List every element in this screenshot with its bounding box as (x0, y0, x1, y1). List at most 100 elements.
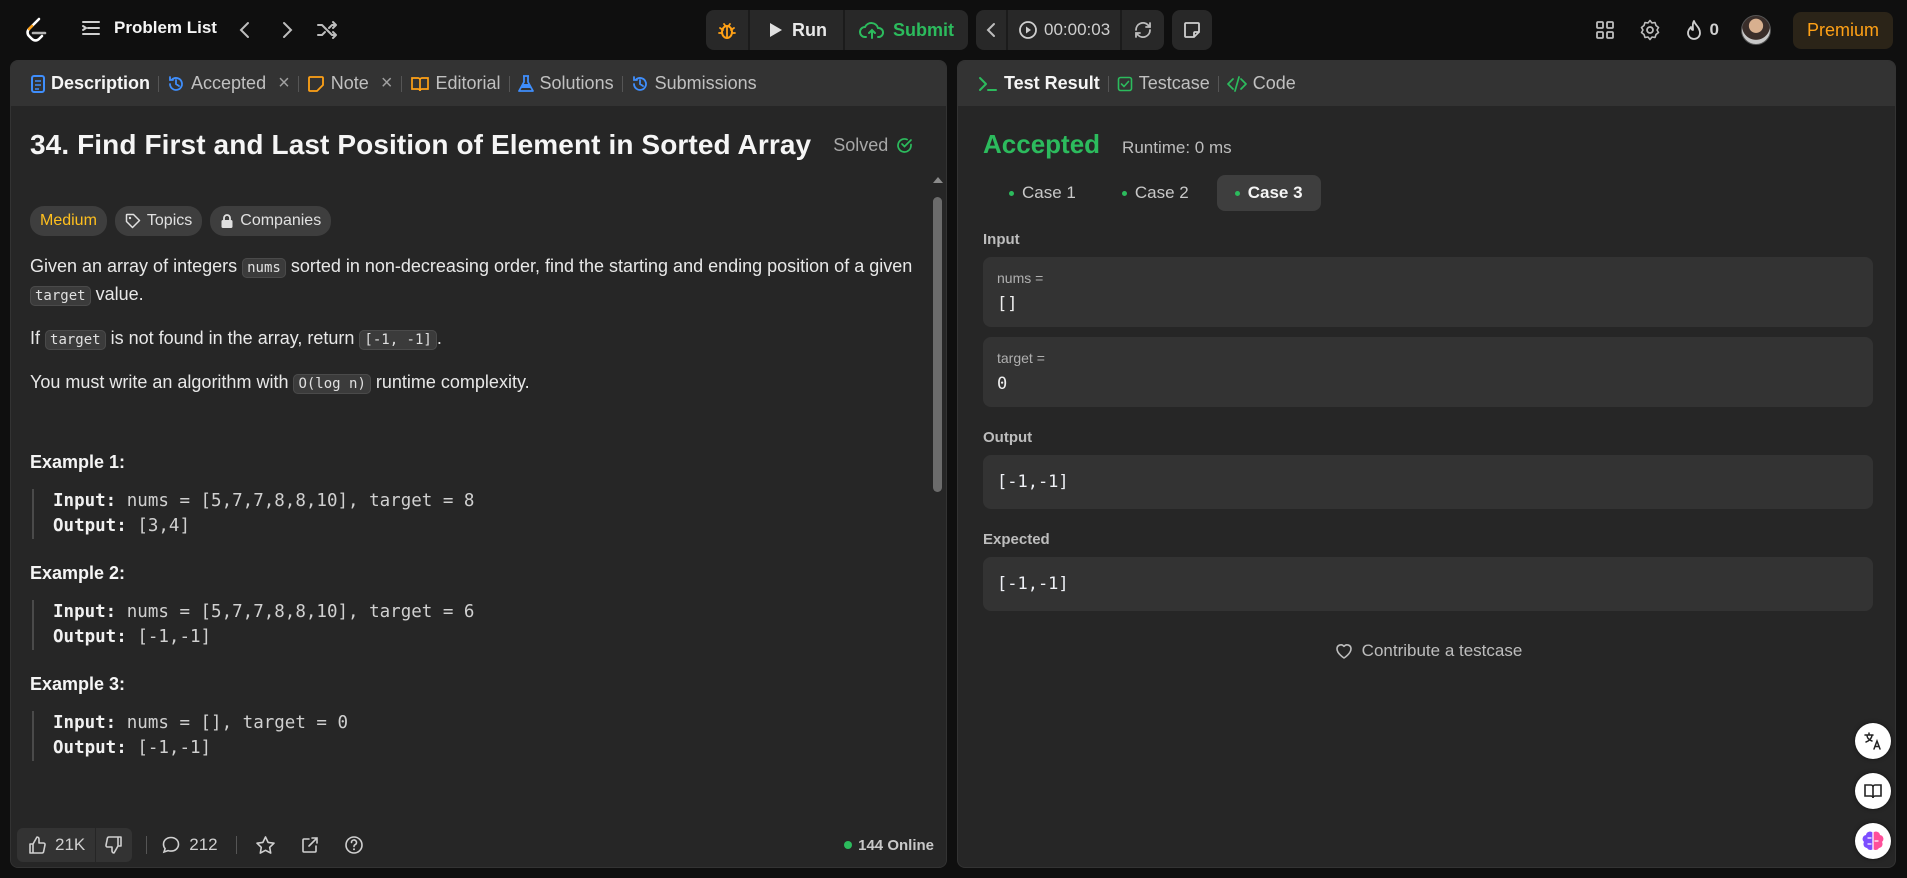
tab-accepted[interactable]: Accepted × (159, 61, 298, 106)
leetcode-logo-icon[interactable] (22, 16, 50, 44)
collapse-timer-button[interactable] (976, 10, 1006, 50)
tab-editorial-label: Editorial (435, 73, 501, 93)
output-label: Output: (53, 738, 127, 758)
notes-button[interactable] (1172, 10, 1212, 50)
contribute-testcase-button[interactable]: Contribute a testcase (983, 641, 1873, 661)
case-status-dot (1009, 190, 1014, 196)
scroll-up-icon[interactable] (932, 175, 944, 185)
result-status: Accepted (983, 129, 1101, 159)
book-icon (410, 76, 429, 91)
layout-icon[interactable] (1594, 19, 1616, 41)
output-value[interactable]: [-1,-1] (983, 455, 1873, 509)
chevron-right-icon[interactable] (275, 18, 299, 42)
input-label: Input: (53, 602, 117, 622)
left-tab-bar: Description Accepted × Note × Editorial … (11, 61, 946, 106)
tab-solutions[interactable]: Solutions (510, 61, 622, 106)
document-icon (31, 74, 45, 93)
tab-code[interactable]: Code (1219, 61, 1304, 106)
premium-button[interactable]: Premium (1792, 11, 1893, 49)
param-box-target[interactable]: target = 0 (983, 337, 1873, 407)
reading-mode-button[interactable] (1855, 773, 1891, 809)
share-icon[interactable] (300, 835, 320, 855)
example-input: nums = [], target = 0 (126, 713, 349, 733)
close-icon[interactable]: × (278, 72, 290, 95)
case-tab-2[interactable]: Case 2 (1104, 175, 1207, 211)
example-input: nums = [5,7,7,8,8,10], target = 6 (126, 602, 475, 622)
tab-description[interactable]: Description (23, 61, 158, 106)
history-icon (632, 75, 647, 91)
close-icon[interactable]: × (381, 72, 393, 95)
description-panel: Description Accepted × Note × Editorial … (10, 60, 947, 868)
solved-badge: Solved (833, 135, 913, 156)
tag-icon (125, 213, 141, 229)
problem-list-button[interactable]: Problem List (80, 17, 217, 39)
description-scrollbar[interactable] (932, 175, 944, 867)
tab-note[interactable]: Note × (299, 61, 401, 106)
comments-button[interactable]: 212 (161, 835, 218, 855)
tab-submissions[interactable]: Submissions (623, 61, 765, 106)
dislike-button[interactable] (96, 828, 132, 862)
param-value: 0 (997, 374, 1008, 394)
timer-button[interactable]: 00:00:03 (1006, 10, 1120, 50)
ai-assistant-button[interactable] (1855, 823, 1891, 859)
inline-code: O(log n) (293, 374, 371, 394)
topics-label: Topics (146, 212, 193, 229)
inline-code: nums (242, 258, 286, 278)
translate-button[interactable] (1855, 723, 1891, 759)
debug-button[interactable] (706, 10, 748, 50)
streak-counter[interactable]: 0 (1684, 19, 1719, 41)
problem-statement: Given an array of integers nums sorted i… (30, 253, 940, 309)
text-span: sorted in non-decreasing order, find the… (285, 256, 913, 276)
heart-icon (1335, 644, 1352, 659)
expected-value[interactable]: [-1,-1] (983, 557, 1873, 611)
run-button[interactable]: Run (748, 10, 843, 50)
chevron-left-icon[interactable] (233, 18, 257, 42)
topics-chip[interactable]: Topics (114, 206, 203, 236)
tab-testcase[interactable]: Testcase (1109, 61, 1218, 106)
text-span: . (436, 328, 442, 348)
reset-timer-button[interactable] (1120, 10, 1164, 50)
description-footer: 21K 212 144 Online (11, 823, 946, 867)
star-icon[interactable] (255, 835, 276, 856)
output-section-label: Output (983, 429, 1033, 446)
brain-icon (1862, 831, 1884, 850)
shuffle-icon[interactable] (315, 18, 339, 42)
avatar[interactable] (1740, 15, 1771, 45)
problem-list-label: Problem List (114, 18, 217, 37)
inline-code: [-1, -1] (359, 330, 437, 350)
problem-title[interactable]: 34. Find First and Last Position of Elem… (30, 129, 811, 161)
help-icon[interactable] (344, 835, 364, 855)
lock-icon (221, 214, 233, 228)
case-tab-1[interactable]: Case 1 (991, 175, 1094, 211)
tab-test-result-label: Test Result (1004, 73, 1100, 93)
example-title: Example 2: (30, 563, 126, 583)
example-output: [3,4] (137, 516, 190, 536)
streak-count: 0 (1709, 20, 1719, 39)
example-output: [-1,-1] (137, 738, 212, 758)
tab-test-result[interactable]: Test Result (970, 61, 1108, 106)
inline-code: target (30, 286, 91, 306)
tab-solutions-label: Solutions (539, 73, 614, 93)
like-count: 21K (55, 835, 86, 854)
cloud-upload-icon (859, 22, 885, 39)
tab-code-label: Code (1252, 73, 1296, 93)
tab-testcase-label: Testcase (1138, 73, 1210, 93)
online-dot (844, 841, 853, 849)
scrollbar-thumb[interactable] (933, 197, 942, 492)
tab-note-label: Note (330, 73, 369, 93)
param-box-nums[interactable]: nums = [] (983, 257, 1873, 327)
companies-chip[interactable]: Companies (210, 206, 332, 236)
tab-editorial[interactable]: Editorial (402, 61, 509, 106)
runtime: Runtime: 0 ms (1122, 138, 1232, 157)
tab-accepted-label: Accepted (191, 73, 267, 93)
comment-icon (162, 836, 180, 854)
case-tab-3[interactable]: Case 3 (1216, 175, 1321, 211)
refresh-icon (1135, 22, 1152, 38)
submit-button[interactable]: Submit (843, 10, 968, 50)
like-button[interactable]: 21K (17, 828, 95, 862)
example-block: Input: nums = [], target = 0 Output: [-1… (32, 711, 940, 761)
history-icon (169, 75, 183, 91)
gear-icon[interactable] (1638, 18, 1662, 42)
case-label: Case 2 (1134, 183, 1189, 202)
right-tab-bar: Test Result Testcase Code (958, 61, 1895, 106)
